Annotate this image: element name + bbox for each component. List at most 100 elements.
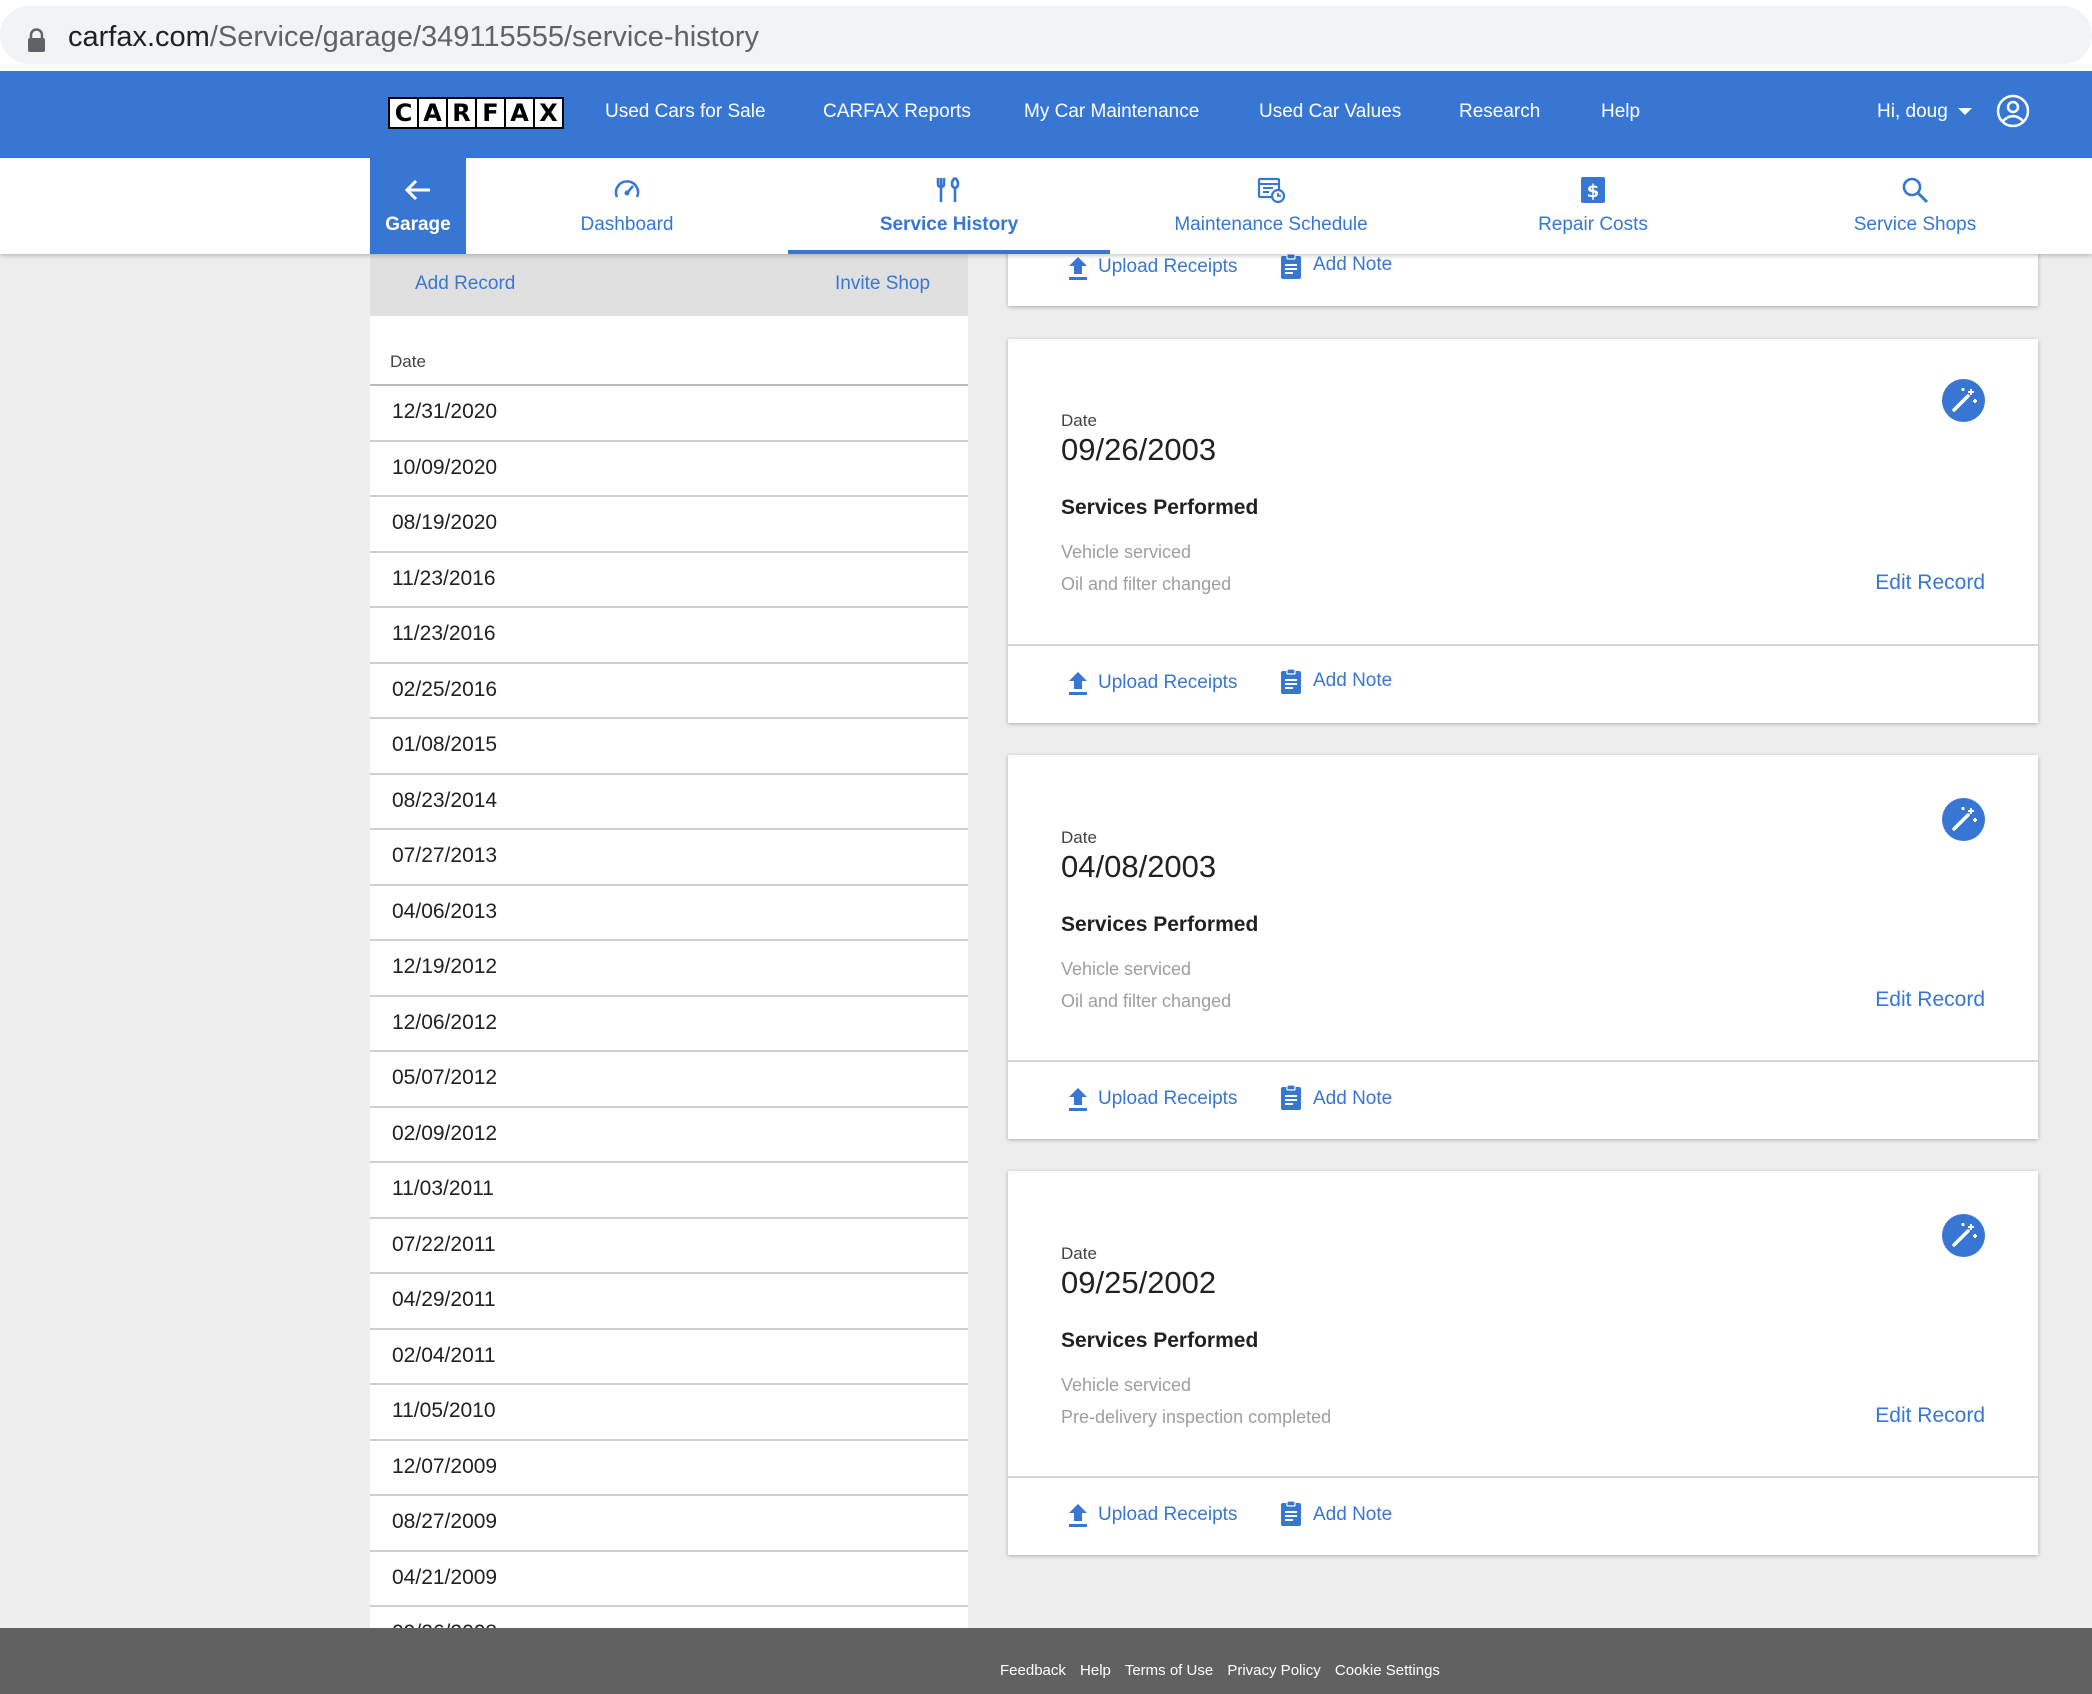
record-date-label: Date [1061, 1244, 1097, 1263]
footer-feedback-link[interactable]: Feedback [1000, 1662, 1066, 1679]
clipboard-icon [1281, 253, 1301, 279]
page-footer: Feedback Help Terms of Use Privacy Polic… [0, 1628, 2092, 1694]
nav-help[interactable]: Help [1601, 101, 1640, 123]
service-line: Pre-delivery inspection completed [1061, 1407, 1332, 1427]
date-list-item[interactable]: 04/21/2009 [370, 1552, 968, 1607]
services-performed-heading: Services Performed [1061, 496, 1259, 519]
garage-label: Garage [385, 214, 451, 235]
caret-down-icon [1957, 108, 1972, 116]
record-date-value: 09/26/2003 [1061, 432, 1217, 467]
tab-service-history[interactable]: Service History [788, 158, 1110, 254]
tab-dashboard[interactable]: Dashboard [466, 158, 788, 254]
add-record-button[interactable]: Add Record [415, 273, 515, 295]
magic-wand-icon[interactable] [1942, 798, 1985, 841]
search-icon [1902, 177, 1929, 204]
footer-privacy-link[interactable]: Privacy Policy [1227, 1662, 1320, 1679]
date-list-item[interactable]: 07/27/2013 [370, 830, 968, 886]
date-list-item[interactable]: 01/08/2015 [370, 719, 968, 775]
edit-record-button[interactable]: Edit Record [1875, 1404, 1985, 1428]
clipboard-icon [1281, 668, 1301, 694]
service-record-card: Date 09/26/2003 Services Performed Vehic… [1008, 339, 2038, 723]
url-text: carfax.com/Service/garage/349115555/serv… [68, 21, 759, 54]
carfax-logo[interactable]: C A R F A X [388, 97, 564, 129]
record-date-value: 04/08/2003 [1061, 849, 1217, 884]
record-date-value: 09/25/2002 [1061, 1265, 1217, 1300]
address-field[interactable]: carfax.com/Service/garage/349115555/serv… [0, 6, 2092, 64]
record-date-label: Date [1061, 828, 1097, 847]
footer-links: Feedback Help Terms of Use Privacy Polic… [1000, 1662, 1450, 1679]
tab-service-history-label: Service History [879, 214, 1019, 235]
services-performed-heading: Services Performed [1061, 913, 1259, 936]
magic-wand-icon[interactable] [1942, 379, 1985, 422]
date-list-item[interactable]: 09/26/2008 [370, 1607, 968, 1628]
upload-receipts-button[interactable]: Upload Receipts [1098, 672, 1237, 694]
tab-repair-costs[interactable]: $ Repair Costs [1432, 158, 1754, 254]
date-list-item[interactable]: 02/04/2011 [370, 1330, 968, 1385]
invite-shop-button[interactable]: Invite Shop [835, 273, 930, 295]
upload-icon [1069, 672, 1087, 695]
date-list-item[interactable]: 04/29/2011 [370, 1274, 968, 1330]
date-list-item[interactable]: 04/06/2013 [370, 886, 968, 941]
magic-wand-icon[interactable] [1942, 1214, 1985, 1257]
sub-navigation: Garage Dashboard Service History Mainten… [0, 158, 2092, 254]
upload-receipts-button[interactable]: Upload Receipts [1098, 1504, 1237, 1526]
footer-terms-link[interactable]: Terms of Use [1125, 1662, 1213, 1679]
upload-receipts-button[interactable]: Upload Receipts [1098, 1088, 1237, 1110]
nav-carfax-reports[interactable]: CARFAX Reports [823, 101, 971, 123]
account-circle-icon[interactable] [1996, 94, 2030, 128]
date-list-item[interactable]: 12/07/2009 [370, 1441, 968, 1496]
date-list-item[interactable]: 11/03/2011 [370, 1163, 968, 1219]
upload-icon [1069, 1504, 1087, 1527]
edit-record-button[interactable]: Edit Record [1875, 988, 1985, 1012]
tab-service-shops-label: Service Shops [1853, 214, 1977, 235]
date-list-item[interactable]: 12/31/2020 [370, 386, 968, 442]
arrow-back-icon [404, 179, 430, 201]
date-list-item[interactable]: 08/19/2020 [370, 497, 968, 553]
date-list-item[interactable]: 08/23/2014 [370, 775, 968, 830]
footer-help-link[interactable]: Help [1080, 1662, 1111, 1679]
add-note-button[interactable]: Add Note [1313, 670, 1392, 692]
add-note-button[interactable]: Add Note [1313, 1504, 1392, 1526]
footer-cookie-settings-link[interactable]: Cookie Settings [1335, 1662, 1440, 1679]
card-divider [1008, 644, 2038, 646]
date-list-item[interactable]: 02/09/2012 [370, 1108, 968, 1163]
nav-my-car-maintenance[interactable]: My Car Maintenance [1024, 101, 1199, 123]
date-list-item[interactable]: 11/23/2016 [370, 608, 968, 664]
nav-used-cars-for-sale[interactable]: Used Cars for Sale [605, 101, 766, 123]
svg-text:$: $ [1587, 181, 1600, 202]
url-path: /Service/garage/349115555/service-histor… [209, 21, 759, 53]
nav-research[interactable]: Research [1459, 101, 1540, 123]
date-list-item[interactable]: 12/19/2012 [370, 941, 968, 997]
date-list-item[interactable]: 11/05/2010 [370, 1385, 968, 1441]
edit-record-button[interactable]: Edit Record [1875, 571, 1985, 595]
logo-letter: R [448, 99, 475, 127]
date-list: 12/31/2020 10/09/2020 08/19/2020 11/23/2016… [370, 386, 968, 1628]
date-list-item[interactable]: 02/25/2016 [370, 664, 968, 719]
garage-back-button[interactable]: Garage [370, 158, 466, 254]
date-list-item[interactable]: 07/22/2011 [370, 1219, 968, 1274]
schedule-icon [1257, 177, 1285, 204]
tab-service-shops[interactable]: Service Shops [1754, 158, 2076, 254]
date-list-item[interactable]: 11/23/2016 [370, 553, 968, 608]
upload-receipts-button[interactable]: Upload Receipts [1098, 256, 1237, 278]
nav-used-car-values[interactable]: Used Car Values [1259, 101, 1401, 123]
panel-actions: Add Record Invite Shop [370, 254, 968, 316]
user-menu[interactable]: Hi, doug [1877, 101, 1972, 123]
add-note-button[interactable]: Add Note [1313, 254, 1392, 276]
tab-maintenance-schedule-label: Maintenance Schedule [1174, 214, 1368, 235]
tab-maintenance-schedule[interactable]: Maintenance Schedule [1110, 158, 1432, 254]
logo-letter: C [390, 99, 417, 127]
date-list-item[interactable]: 12/06/2012 [370, 997, 968, 1052]
logo-letter: A [419, 99, 446, 127]
clipboard-icon [1281, 1500, 1301, 1526]
add-note-button[interactable]: Add Note [1313, 1088, 1392, 1110]
tab-dashboard-label: Dashboard [580, 214, 674, 235]
upload-icon [1069, 1088, 1087, 1111]
date-list-item[interactable]: 08/27/2009 [370, 1496, 968, 1552]
upload-icon [1069, 257, 1087, 280]
record-date-label: Date [1061, 411, 1097, 430]
date-list-item[interactable]: 05/07/2012 [370, 1052, 968, 1108]
service-date-panel: Add Record Invite Shop Date 12/31/2020 10… [370, 254, 968, 1628]
date-list-item[interactable]: 10/09/2020 [370, 442, 968, 497]
service-line: Vehicle serviced [1061, 959, 1192, 979]
